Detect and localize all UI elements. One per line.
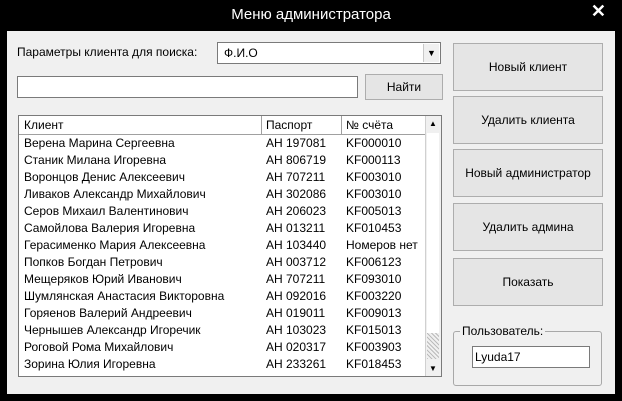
search-params-label: Параметры клиента для поиска:: [17, 45, 198, 59]
table-row[interactable]: Чернышев Александр Игоречик АН 103023 KF01…: [19, 322, 428, 339]
cell-account: KF003010: [346, 170, 402, 184]
search-param-select[interactable]: Ф.И.О ▼: [217, 42, 441, 64]
cell-passport: АН 707211: [266, 272, 326, 286]
cell-client: Самойлова Валерия Игоревна: [24, 221, 196, 235]
table-row[interactable]: Воронцов Денис Алексеевич АН 707211 KF0030…: [19, 169, 428, 186]
table-row[interactable]: Ливаков Александр Михайлович АН 302086 KF0…: [19, 186, 428, 203]
cell-client: Ливаков Александр Михайлович: [24, 187, 206, 201]
title-bar: Меню администратора ✕: [0, 0, 622, 30]
cell-account: KF003220: [346, 289, 402, 303]
cell-passport: АН 806719: [266, 153, 327, 167]
cell-passport: АН 019011: [266, 306, 326, 320]
cell-account: KF010453: [346, 221, 402, 235]
cell-passport: АН 233261: [266, 357, 327, 371]
scrollbar-thumb[interactable]: [427, 133, 439, 333]
cell-account: KF015010: [346, 374, 401, 376]
cell-client: Горяенов Валерий Андреевич: [24, 306, 192, 320]
cell-account: Номеров нет: [346, 238, 418, 252]
scrollbar-track[interactable]: [427, 333, 439, 359]
cell-passport: АН 197081: [266, 136, 327, 150]
cell-passport: АН 103023: [266, 323, 327, 337]
table-row[interactable]: Зорина Юлия Игоревна АН 233261 KF018453: [19, 356, 428, 373]
cell-passport: АН 092016: [266, 289, 327, 303]
find-button[interactable]: Найти: [365, 74, 443, 100]
new-admin-button[interactable]: Новый администратор: [453, 149, 603, 197]
cell-client: Попков Богдан Петрович: [24, 255, 163, 269]
cell-client: Роговой Рома Михайлович: [24, 340, 174, 354]
search-input[interactable]: [17, 76, 358, 98]
cell-client: Зорина Юлия Игоревна: [24, 357, 156, 371]
delete-admin-button[interactable]: Удалить админа: [453, 203, 603, 251]
cell-client: Станик Милана Игоревна: [24, 153, 167, 167]
show-button[interactable]: Показать: [453, 258, 603, 306]
cell-account: KF006123: [346, 255, 402, 269]
column-header-client[interactable]: Клиент: [24, 118, 64, 132]
cell-client: Герасименко Мария Алексеевна: [24, 238, 206, 252]
cell-account: KF005013: [346, 204, 402, 218]
cell-account: KF093010: [346, 272, 402, 286]
cell-client: Серов Михаил Валентинович: [24, 204, 189, 218]
table-rows: Верена Марина Сергеевна АН 197081 KF000010…: [19, 135, 428, 376]
cell-account: KF009013: [346, 306, 402, 320]
cell-account: KF003903: [346, 340, 402, 354]
window-body: Параметры клиента для поиска: Ф.И.О ▼ На…: [7, 31, 615, 394]
table-header: Клиент Паспорт № счёта: [19, 116, 428, 135]
cell-passport: АН 013211: [266, 221, 326, 235]
user-group: Пользователь: Lyuda17: [453, 324, 602, 386]
table-row[interactable]: Серов Михаил Валентинович АН 206023 KF0050…: [19, 203, 428, 220]
close-icon[interactable]: ✕: [591, 1, 606, 22]
new-client-button[interactable]: Новый клиент: [453, 43, 603, 91]
column-header-passport[interactable]: Паспорт: [266, 118, 312, 132]
cell-client: Чернышев Александр Игоречик: [24, 323, 201, 337]
table-row[interactable]: Роговой Рома Михайлович АН 020317 KF003903: [19, 339, 428, 356]
table-row[interactable]: Верена Марина Сергеевна АН 197081 KF000010: [19, 135, 428, 152]
table-row[interactable]: Самойлова Валерия Игоревна АН 013211 KF010…: [19, 220, 428, 237]
column-header-account[interactable]: № счёта: [346, 118, 393, 132]
user-field[interactable]: Lyuda17: [472, 346, 590, 368]
cell-account: KF000010: [346, 136, 402, 150]
cell-client: Васильева Лена Алексеевна: [24, 374, 185, 376]
cell-client: Мещеряков Юрий Иванович: [24, 272, 182, 286]
scroll-up-icon[interactable]: ▲: [426, 116, 440, 131]
cell-client: Воронцов Денис Алексеевич: [24, 170, 185, 184]
delete-client-button[interactable]: Удалить клиента: [453, 96, 603, 144]
cell-client: Шумлянская Анастасия Викторовна: [24, 289, 225, 303]
table-row[interactable]: Станик Милана Игоревна АН 806719 KF000113: [19, 152, 428, 169]
vertical-scrollbar[interactable]: ▲ ▼: [425, 116, 441, 376]
cell-passport: АН 206023: [266, 204, 327, 218]
cell-passport: АН 103440: [266, 238, 327, 252]
table-row[interactable]: Мещеряков Юрий Иванович АН 707211 KF093010: [19, 271, 428, 288]
table-row[interactable]: Васильева Лена Алексеевна АН 037261 KF0150…: [19, 373, 428, 376]
search-param-value: Ф.И.О: [224, 46, 258, 60]
clients-table[interactable]: Клиент Паспорт № счёта Верена Марина Сер…: [18, 115, 442, 377]
cell-account: KF018453: [346, 357, 402, 371]
table-row[interactable]: Герасименко Мария Алексеевна АН 103440 Ном…: [19, 237, 428, 254]
cell-passport: АН 302086: [266, 187, 327, 201]
cell-passport: АН 037261: [266, 374, 326, 376]
cell-passport: АН 020317: [266, 340, 327, 354]
user-legend: Пользователь:: [460, 324, 546, 338]
cell-account: KF003010: [346, 187, 402, 201]
scroll-down-icon[interactable]: ▼: [426, 361, 440, 376]
table-row[interactable]: Горяенов Валерий Андреевич АН 019011 KF009…: [19, 305, 428, 322]
cell-client: Верена Марина Сергеевна: [24, 136, 175, 150]
window-title: Меню администратора: [231, 6, 391, 23]
cell-account: KF000113: [346, 153, 401, 167]
chevron-down-icon[interactable]: ▼: [423, 44, 439, 62]
table-row[interactable]: Шумлянская Анастасия Викторовна АН 092016…: [19, 288, 428, 305]
cell-passport: АН 003712: [266, 255, 327, 269]
table-row[interactable]: Попков Богдан Петрович АН 003712 KF006123: [19, 254, 428, 271]
cell-account: KF015013: [346, 323, 402, 337]
cell-passport: АН 707211: [266, 170, 326, 184]
